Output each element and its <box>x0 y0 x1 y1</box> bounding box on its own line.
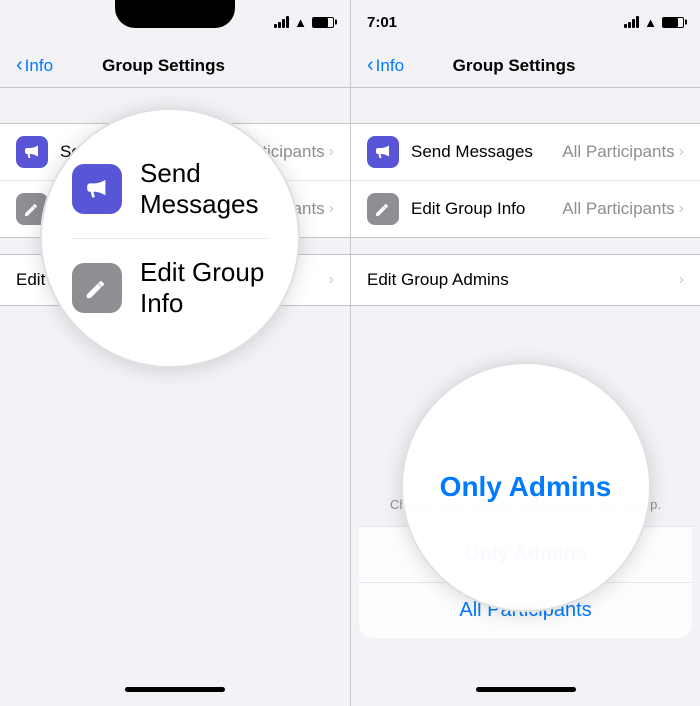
left-back-button[interactable]: ‹ Info <box>16 54 53 77</box>
megaphone-icon <box>22 142 42 162</box>
right-signal-icon <box>624 16 639 28</box>
left-home-bar <box>125 687 225 692</box>
notch <box>115 0 235 28</box>
circle-pencil-icon <box>84 275 110 301</box>
circle-send-messages-item: Send Messages <box>42 140 298 238</box>
right-megaphone-icon-container <box>367 136 399 168</box>
left-status-bar: ▲ <box>0 0 350 44</box>
pencil-icon <box>23 200 41 218</box>
right-back-chevron-icon: ‹ <box>367 54 374 77</box>
right-edit-group-info-item[interactable]: Edit Group Info All Participants › <box>351 181 700 237</box>
right-phone: 7:01 ▲ ‹ Info Group Settings <box>350 0 700 706</box>
status-time: 7:01 <box>367 14 397 31</box>
right-edit-group-info-value: All Participants › <box>562 199 684 219</box>
right-edit-group-info-value-text: All Participants <box>562 199 674 219</box>
right-send-messages-item[interactable]: Send Messages All Participants › <box>351 124 700 181</box>
circle-edit-group-info-item: Edit Group Info <box>42 239 298 337</box>
right-circle-text: Only Admins <box>440 471 612 503</box>
right-back-button[interactable]: ‹ Info <box>367 54 404 77</box>
circle-send-messages-label: Send Messages <box>140 158 268 220</box>
circle-megaphone-icon-container <box>72 164 122 214</box>
status-icons-left: ▲ <box>274 15 334 30</box>
right-home-indicator <box>351 672 700 706</box>
right-edit-group-info-label: Edit Group Info <box>411 199 525 219</box>
right-edit-admins-chevron: › <box>679 271 684 289</box>
right-edit-group-info-chevron: › <box>679 200 684 218</box>
circle-edit-group-info-label: Edit Group Info <box>140 257 268 319</box>
right-section-1: Send Messages All Participants › Edit Gr… <box>351 123 700 238</box>
left-back-label: Info <box>25 56 53 76</box>
right-megaphone-icon <box>373 142 393 162</box>
right-edit-group-info-content: Edit Group Info All Participants › <box>411 199 684 219</box>
left-nav-title: Group Settings <box>102 56 225 76</box>
send-messages-icon-container <box>16 136 48 168</box>
right-nav-title: Group Settings <box>453 56 576 76</box>
left-nav-bar: ‹ Info Group Settings <box>0 44 350 88</box>
right-send-messages-content: Send Messages All Participants › <box>411 142 684 162</box>
right-content: Send Messages All Participants › Edit Gr… <box>351 88 700 672</box>
right-nav-bar: ‹ Info Group Settings <box>351 44 700 88</box>
right-pencil-icon-container <box>367 193 399 225</box>
left-edit-group-info-chevron: › <box>329 200 334 218</box>
right-wifi-icon: ▲ <box>644 15 657 30</box>
battery-icon <box>312 17 334 28</box>
left-circle-magnifier: Send Messages Edit Group Info <box>40 108 300 368</box>
right-status-bar: 7:01 ▲ <box>351 0 700 44</box>
right-status-icons: ▲ <box>624 15 684 30</box>
left-content: Send Messages All Participants › Edit Gr… <box>0 88 350 672</box>
circle-pencil-icon-container <box>72 263 122 313</box>
circle-megaphone-icon <box>83 175 111 203</box>
right-circle-magnifier: Only Admins <box>401 362 651 612</box>
signal-icon <box>274 16 289 28</box>
right-home-bar <box>476 687 576 692</box>
right-send-messages-chevron: › <box>679 143 684 161</box>
right-send-messages-value: All Participants › <box>562 142 684 162</box>
left-phone: ▲ ‹ Info Group Settings Send Mes <box>0 0 350 706</box>
right-battery-icon <box>662 17 684 28</box>
wifi-icon: ▲ <box>294 15 307 30</box>
right-back-label: Info <box>376 56 404 76</box>
left-send-messages-chevron: › <box>329 143 334 161</box>
right-section-2: Edit Group Admins › <box>351 254 700 306</box>
left-home-indicator <box>0 672 350 706</box>
right-edit-admins-item[interactable]: Edit Group Admins › <box>351 255 700 305</box>
right-pencil-icon <box>374 200 392 218</box>
right-edit-admins-label: Edit Group Admins <box>367 270 509 290</box>
back-chevron-icon: ‹ <box>16 54 23 77</box>
right-send-messages-value-text: All Participants <box>562 142 674 162</box>
left-edit-admins-chevron: › <box>329 271 334 289</box>
right-send-messages-label: Send Messages <box>411 142 533 162</box>
